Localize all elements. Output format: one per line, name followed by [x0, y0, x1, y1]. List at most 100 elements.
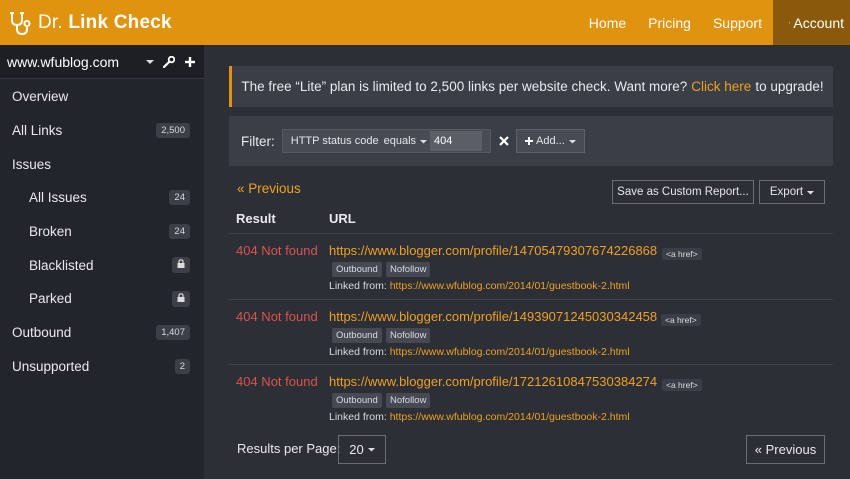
site-name: www.wfublog.com	[7, 53, 120, 70]
account-label: Account	[793, 14, 844, 31]
nofollow-chip: Nofollow	[386, 262, 431, 277]
link-type-tag: <a href>	[662, 379, 702, 391]
sidebar-item-label: All Links	[12, 123, 63, 139]
brand-prefix: Dr.	[38, 11, 63, 33]
count-badge: 24	[169, 190, 190, 206]
nav-home[interactable]: Home	[578, 0, 637, 45]
status-text: 404 Not found	[236, 309, 318, 324]
link-url[interactable]: https://www.blogger.com/profile/17212610…	[329, 374, 657, 389]
outbound-chip: Outbound	[332, 262, 382, 277]
outbound-chip: Outbound	[332, 328, 382, 343]
sidebar-item-all-links[interactable]: All Links 2,500	[0, 114, 204, 148]
linked-from-label: Linked from:	[329, 346, 387, 358]
upgrade-notice: The free “Lite” plan is limited to 2,500…	[229, 66, 833, 107]
linked-from: Linked from: https://www.wfublog.com/201…	[329, 411, 630, 423]
nofollow-chip: Nofollow	[386, 393, 431, 408]
link-type-tag: <a href>	[661, 314, 701, 326]
results-per-page-value: 20	[349, 442, 364, 457]
sidebar-item-issues[interactable]: Issues	[0, 147, 204, 181]
sidebar-item-label: Unsupported	[12, 358, 90, 374]
filter-operator[interactable]: equals	[384, 135, 416, 147]
linked-from-url[interactable]: https://www.wfublog.com/2014/01/guestboo…	[390, 280, 630, 292]
table-row: 404 Not found https://www.blogger.com/pr…	[229, 300, 833, 365]
close-icon[interactable]	[499, 136, 509, 146]
linked-from: Linked from: https://www.wfublog.com/201…	[329, 280, 630, 292]
sidebar: www.wfublog.com Overview All Links 2,500 …	[0, 45, 204, 479]
previous-link[interactable]: « Previous	[237, 181, 301, 196]
top-navbar: Dr. Link Check Home Pricing Support Acco…	[0, 0, 850, 45]
export-button[interactable]: Export	[759, 180, 825, 204]
results-per-page-label: Results per Page:	[237, 441, 341, 456]
link-url[interactable]: https://www.blogger.com/profile/14705479…	[329, 243, 657, 258]
sidebar-item-blacklisted[interactable]: Blacklisted	[0, 248, 204, 282]
table-row: 404 Not found https://www.blogger.com/pr…	[229, 234, 833, 299]
brand-name: Dr. Link Check	[38, 12, 172, 34]
sidebar-item-unsupported[interactable]: Unsupported 2	[0, 350, 204, 384]
lock-badge	[172, 290, 190, 307]
count-badge: 2	[174, 358, 190, 374]
caret-down-icon	[420, 139, 428, 143]
plus-icon[interactable]	[184, 56, 196, 68]
plus-icon	[525, 137, 534, 145]
lock-icon	[177, 293, 185, 302]
linked-from-label: Linked from:	[329, 411, 387, 423]
brand-title: Link Check	[68, 11, 172, 33]
caret-down-icon[interactable]	[146, 58, 154, 66]
nav-pricing[interactable]: Pricing	[637, 0, 702, 45]
add-filter-button[interactable]: Add...	[516, 129, 585, 153]
wrench-icon[interactable]	[163, 55, 175, 68]
status-text: 404 Not found	[236, 243, 318, 258]
outbound-chip: Outbound	[332, 393, 382, 408]
sidebar-item-label: Parked	[29, 291, 72, 307]
count-badge: 24	[169, 224, 190, 240]
sidebar-item-parked[interactable]: Parked	[0, 282, 204, 316]
main-nav: Home Pricing Support Account	[578, 0, 850, 45]
sidebar-item-broken[interactable]: Broken 24	[0, 215, 204, 249]
site-tools	[146, 55, 204, 68]
lock-badge	[172, 257, 190, 274]
linked-from-url[interactable]: https://www.wfublog.com/2014/01/guestboo…	[390, 411, 630, 423]
main-content: The free “Lite” plan is limited to 2,500…	[204, 45, 850, 479]
table-row: 404 Not found https://www.blogger.com/pr…	[229, 365, 833, 430]
caret-down-icon	[367, 448, 375, 452]
nav-account[interactable]: Account	[773, 0, 850, 45]
stethoscope-icon	[10, 11, 31, 35]
caret-down-icon	[568, 139, 576, 143]
export-label: Export	[769, 186, 804, 198]
sidebar-item-label: All Issues	[29, 190, 87, 206]
previous-page-button[interactable]: « Previous	[746, 435, 825, 464]
site-selector[interactable]: www.wfublog.com	[0, 45, 204, 79]
count-badge: 1,407	[156, 325, 190, 341]
filter-field-select[interactable]: HTTP status code equals 404	[281, 129, 492, 153]
link-url[interactable]: https://www.blogger.com/profile/14939071…	[329, 309, 657, 324]
brand[interactable]: Dr. Link Check	[0, 0, 172, 45]
column-header-result: Result	[236, 211, 276, 226]
sidebar-item-outbound[interactable]: Outbound 1,407	[0, 316, 204, 350]
filter-field: HTTP status code	[290, 135, 379, 147]
caret-down-icon	[807, 190, 815, 194]
linked-from-label: Linked from:	[329, 280, 387, 292]
add-filter-label: Add...	[536, 135, 565, 147]
count-badge: 2,500	[156, 123, 190, 139]
status-text: 404 Not found	[236, 374, 318, 389]
sidebar-item-overview[interactable]: Overview	[0, 80, 204, 114]
notice-text: The free “Lite” plan is limited to 2,500…	[241, 79, 688, 94]
linked-from: Linked from: https://www.wfublog.com/201…	[329, 346, 630, 358]
user-icon	[789, 21, 791, 24]
filter-value-input[interactable]: 404	[430, 131, 483, 151]
nofollow-chip: Nofollow	[386, 328, 431, 343]
filter-label: Filter:	[241, 133, 275, 149]
results-per-page-select[interactable]: 20	[338, 435, 386, 464]
upgrade-link[interactable]: Click here	[691, 79, 751, 94]
save-custom-report-button[interactable]: Save as Custom Report...	[612, 180, 754, 204]
nav-support[interactable]: Support	[702, 0, 773, 45]
column-header-url: URL	[329, 211, 356, 226]
sidebar-item-all-issues[interactable]: All Issues 24	[0, 181, 204, 215]
filter-bar: Filter: HTTP status code equals 404 Add.…	[229, 116, 833, 166]
sidebar-item-label: Issues	[12, 156, 52, 172]
notice-text-end: to upgrade!	[755, 79, 824, 94]
linked-from-url[interactable]: https://www.wfublog.com/2014/01/guestboo…	[390, 346, 630, 358]
sidebar-item-label: Broken	[29, 224, 72, 240]
sidebar-item-label: Overview	[12, 89, 69, 105]
sidebar-item-label: Blacklisted	[29, 257, 94, 273]
